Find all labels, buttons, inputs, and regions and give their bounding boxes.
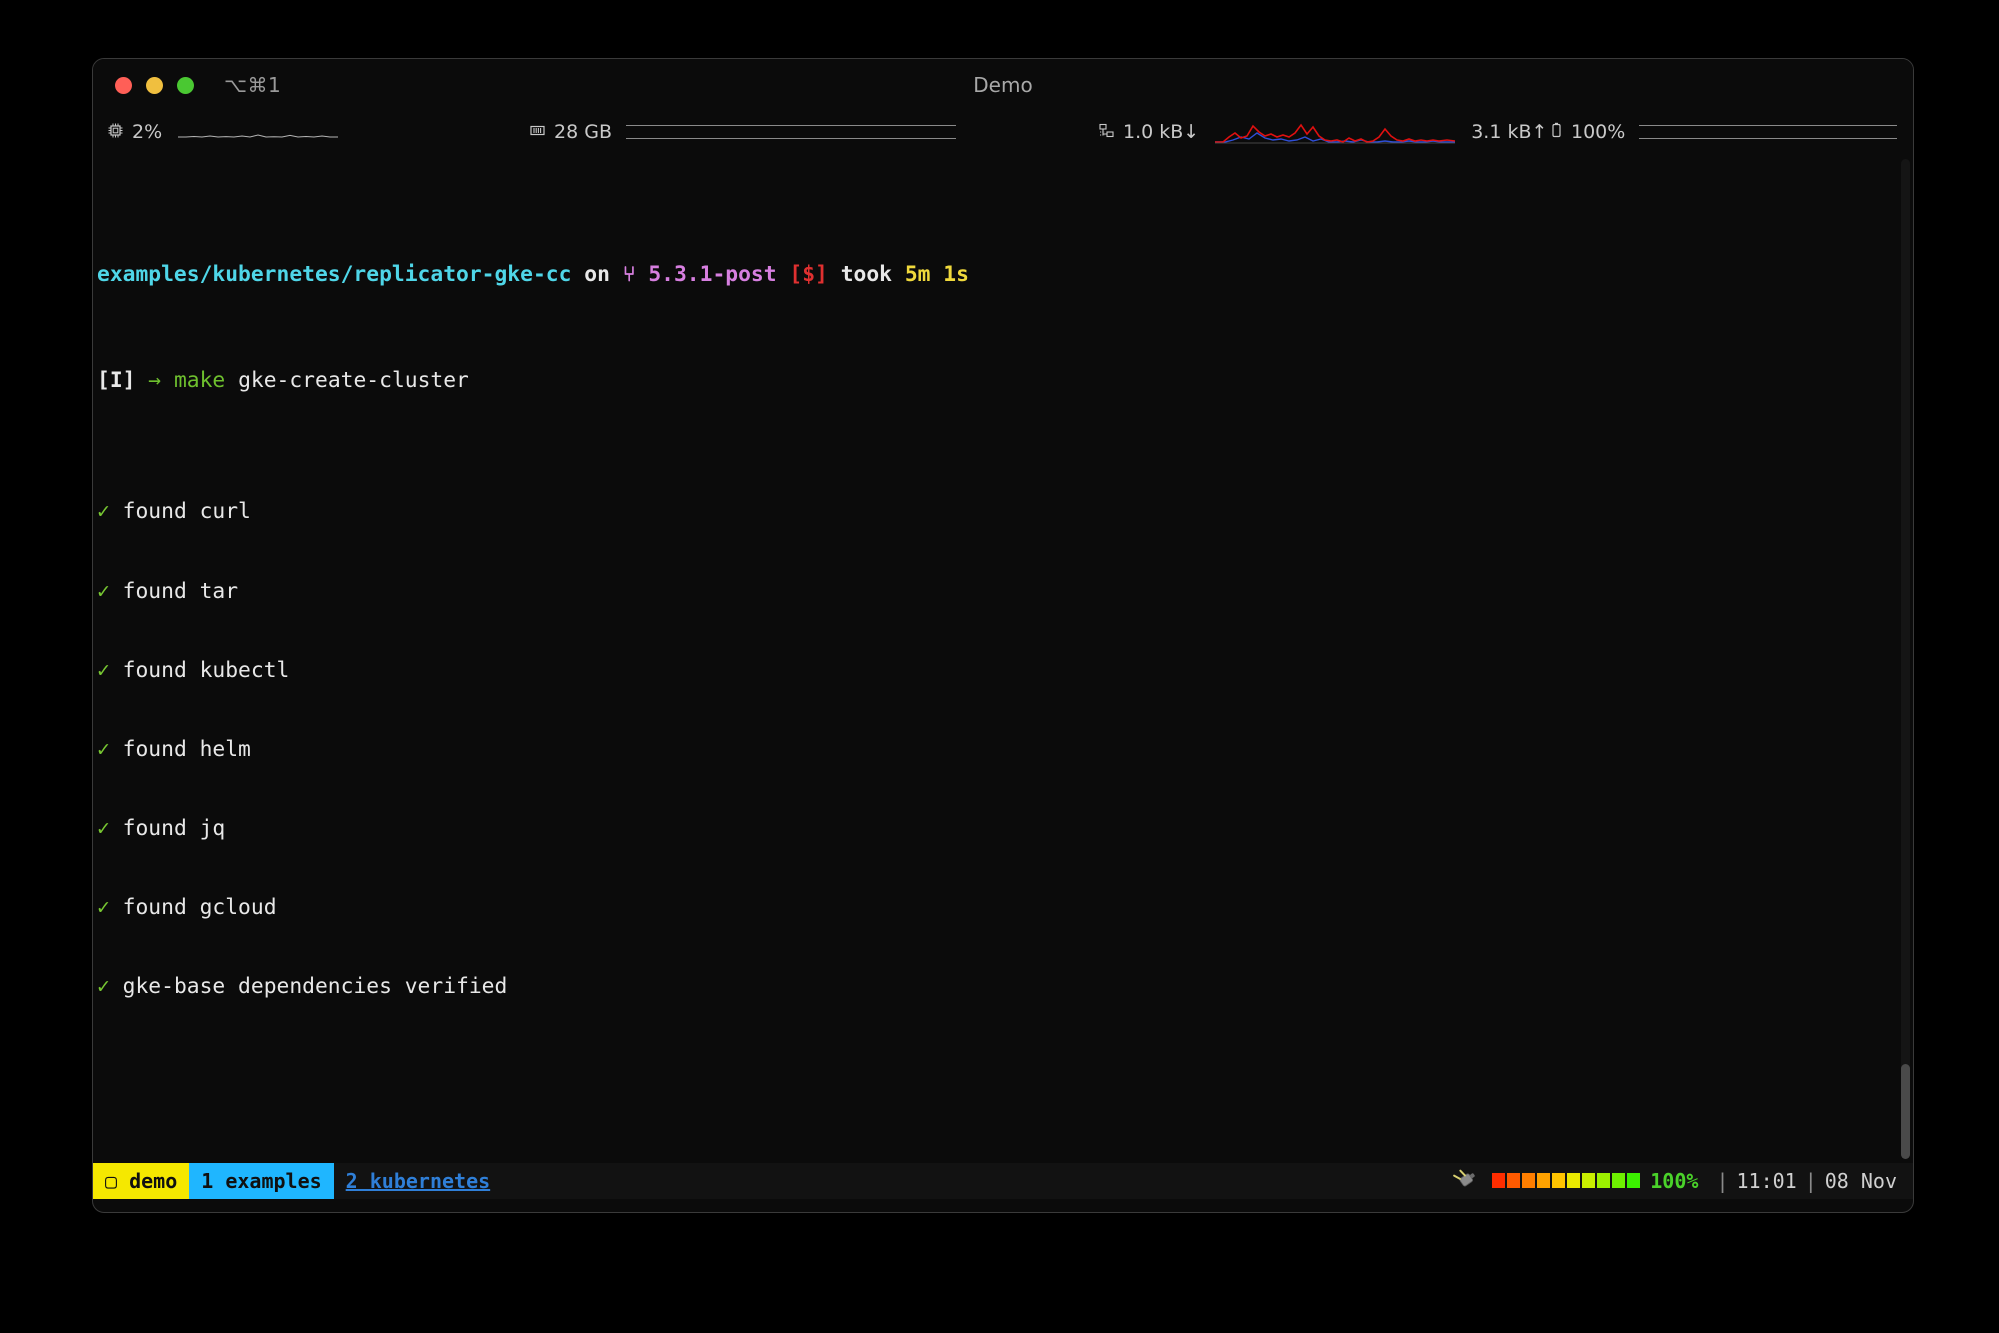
window-title: Demo (93, 73, 1913, 97)
memory-icon (529, 122, 546, 143)
terminal-body[interactable]: examples/kubernetes/replicator-gke-cc on… (93, 153, 1913, 1163)
title-bar: ⌥⌘1 Demo (93, 59, 1913, 111)
check-icon: ✓ (97, 579, 110, 604)
check-line: ✓ found kubectl (97, 658, 1913, 684)
plug-icon (1452, 1167, 1492, 1196)
tmux-status-bar: ▢ demo 1 examples 2 kubernetes 100% | 1 (93, 1163, 1913, 1199)
battery-block (1597, 1173, 1610, 1188)
battery-blocks (1492, 1169, 1642, 1193)
check-line: ✓ gke-base dependencies verified (97, 974, 1913, 1000)
check-label: found kubectl (123, 658, 290, 683)
check-line: ✓ found curl (97, 499, 1913, 525)
battery-block (1582, 1173, 1595, 1188)
cpu-metric[interactable]: 2% (107, 111, 338, 153)
check-icon: ✓ (97, 499, 110, 524)
battery-block (1537, 1173, 1550, 1188)
terminal-output: examples/kubernetes/replicator-gke-cc on… (97, 157, 1913, 1163)
tmux-battery-percent: 100% (1642, 1169, 1708, 1193)
separator: | (1797, 1169, 1825, 1193)
command-line: [I] → make gke-create-cluster (97, 368, 1913, 394)
battery-block (1627, 1173, 1640, 1188)
check-icon: ✓ (97, 658, 110, 683)
battery-metric[interactable]: 100% (1550, 111, 1914, 153)
tmux-right-status: 100% | 11:01 | 08 Nov (1452, 1163, 1913, 1199)
cpu-icon (107, 122, 124, 143)
check-label: gke-base dependencies verified (123, 974, 508, 999)
network-up-value: 3.1 kB↑ (1471, 121, 1547, 143)
tmux-clock: 11:01 (1736, 1169, 1796, 1193)
network-sparkline (1215, 120, 1455, 144)
tmux-window-2-kubernetes[interactable]: 2 kubernetes (334, 1163, 503, 1199)
battery-block (1612, 1173, 1625, 1188)
check-label: found helm (123, 737, 251, 762)
prompt-dirty-flag: [$] (789, 262, 827, 287)
terminal-window[interactable]: ⌥⌘1 Demo 2% (92, 58, 1914, 1213)
git-branch-icon: ⑂ (623, 262, 636, 287)
battery-block (1492, 1173, 1505, 1188)
check-icon: ✓ (97, 816, 110, 841)
blank-line (97, 1079, 1913, 1105)
battery-bar (1639, 125, 1897, 139)
memory-metric[interactable]: 28 GB (529, 111, 956, 153)
battery-block (1522, 1173, 1535, 1188)
prompt-line-top: examples/kubernetes/replicator-gke-cc on… (97, 262, 1913, 288)
prompt-took-value: 5m 1s (905, 262, 969, 287)
system-metrics-bar: 2% 28 GB (93, 111, 1913, 153)
prompt-on-label: on (584, 262, 610, 287)
check-icon: ✓ (97, 895, 110, 920)
prompt-took-label: took (841, 262, 892, 287)
separator: | (1708, 1169, 1736, 1193)
cpu-value: 2% (132, 121, 162, 143)
command-word: make (174, 368, 225, 393)
shell-level-badge: [I] (97, 368, 135, 393)
battery-icon (1550, 121, 1563, 143)
tmux-session-name[interactable]: ▢ demo (93, 1163, 189, 1199)
tmux-window-1-examples[interactable]: 1 examples (189, 1163, 333, 1199)
check-label: found jq (123, 816, 226, 841)
scrollbar-thumb[interactable] (1901, 1064, 1910, 1159)
prompt-arrow-icon: → (148, 368, 161, 393)
memory-value: 28 GB (554, 121, 612, 143)
check-label: found curl (123, 499, 251, 524)
check-icon: ✓ (97, 974, 110, 999)
battery-block (1567, 1173, 1580, 1188)
network-down-value: 1.0 kB↓ (1123, 121, 1199, 143)
check-label: found tar (123, 579, 238, 604)
check-line: ✓ found helm (97, 737, 1913, 763)
memory-bar (626, 125, 956, 139)
tmux-date: 08 Nov (1825, 1169, 1897, 1193)
check-line: ✓ found gcloud (97, 895, 1913, 921)
battery-value: 100% (1571, 121, 1625, 143)
scrollbar[interactable] (1901, 159, 1910, 1159)
check-line: ✓ found jq (97, 816, 1913, 842)
command-args: gke-create-cluster (238, 368, 469, 393)
battery-block (1507, 1173, 1520, 1188)
battery-block (1552, 1173, 1565, 1188)
check-line: ✓ found tar (97, 579, 1913, 605)
network-icon (1098, 122, 1115, 143)
prompt-path: examples/kubernetes/replicator-gke-cc (97, 262, 571, 287)
cpu-sparkline (178, 121, 338, 143)
check-icon: ✓ (97, 737, 110, 762)
network-metric[interactable]: 1.0 kB↓ 3.1 kB↑ (1098, 111, 1547, 153)
prompt-branch: 5.3.1-post (648, 262, 776, 287)
check-label: found gcloud (123, 895, 277, 920)
